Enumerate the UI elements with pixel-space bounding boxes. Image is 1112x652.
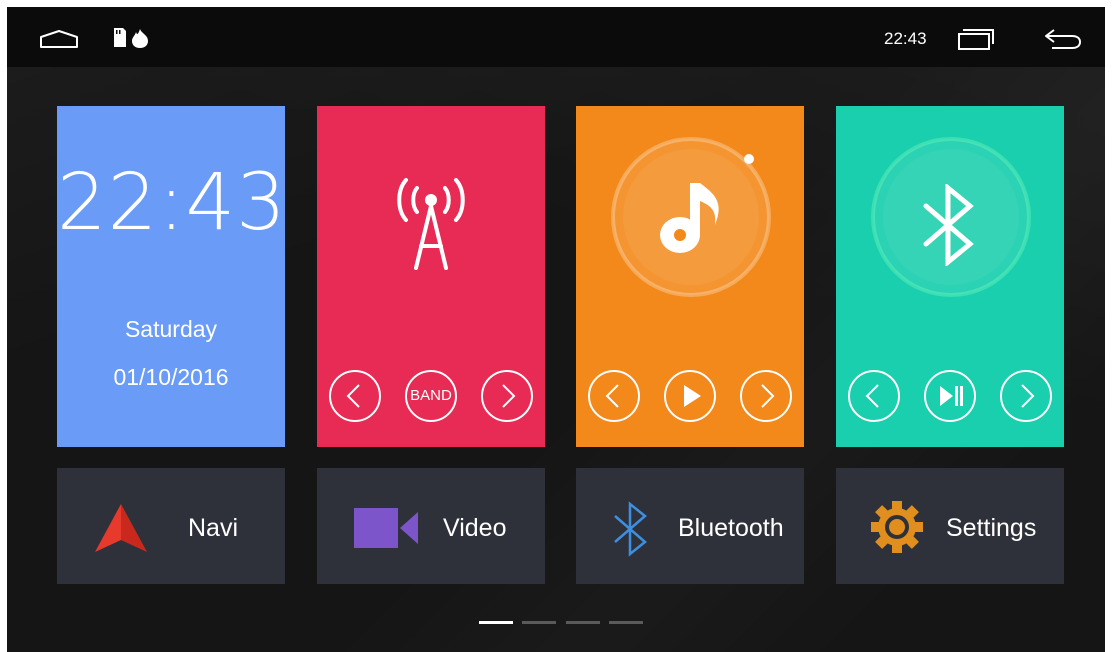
bt-prev-button[interactable] [847, 369, 901, 423]
bt-play-pause-button[interactable] [923, 369, 977, 423]
music-prev-button[interactable] [587, 369, 641, 423]
shortcut-settings[interactable]: Settings [836, 468, 1064, 584]
shortcut-label: Video [443, 514, 507, 542]
bluetooth-icon [920, 182, 980, 268]
shortcut-navi[interactable]: Navi [57, 468, 285, 584]
shortcut-label: Navi [188, 514, 239, 542]
radio-band-button[interactable]: BAND [404, 369, 458, 423]
radio-prev-button[interactable] [328, 369, 382, 423]
navigation-arrow-icon [93, 502, 149, 554]
bt-next-button[interactable] [999, 369, 1053, 423]
radio-widget[interactable]: BAND [317, 106, 545, 447]
shortcut-label: Bluetooth [678, 514, 784, 542]
page-indicator-1[interactable] [479, 621, 513, 624]
shortcut-label: Settings [946, 514, 1037, 542]
car-launcher-screen: 22:43 22:43 Saturday 01/10/2016 BAND Nav… [7, 7, 1105, 652]
shortcut-bluetooth[interactable]: Bluetooth [576, 468, 804, 584]
sd-card-icon [110, 26, 148, 50]
clock-widget[interactable]: 22:43 Saturday 01/10/2016 [57, 106, 287, 447]
page-indicator-3[interactable] [566, 621, 600, 624]
status-clock: 22:43 [884, 29, 927, 48]
status-bar: 22:43 [7, 7, 1105, 67]
bluetooth-widget[interactable] [836, 106, 1064, 447]
home-icon[interactable] [39, 29, 79, 49]
recent-tasks-icon[interactable] [957, 25, 997, 51]
clock-weekday: Saturday [124, 316, 218, 342]
page-indicator-4[interactable] [609, 621, 643, 624]
gear-icon [870, 500, 924, 554]
page-indicator-2[interactable] [522, 621, 556, 624]
radio-tower-icon [376, 172, 486, 272]
bluetooth-icon [611, 501, 651, 557]
back-icon[interactable] [1042, 26, 1084, 50]
shortcut-video[interactable]: Video [317, 468, 545, 584]
music-next-button[interactable] [739, 369, 793, 423]
radio-next-button[interactable] [480, 369, 534, 423]
band-label: BAND [410, 387, 452, 404]
clock-date: 01/10/2016 [113, 364, 229, 390]
music-widget[interactable] [576, 106, 804, 447]
music-play-button[interactable] [663, 369, 717, 423]
music-note-icon [655, 179, 729, 255]
clock-time: 22:43 [57, 158, 287, 248]
video-camera-icon [354, 508, 418, 548]
